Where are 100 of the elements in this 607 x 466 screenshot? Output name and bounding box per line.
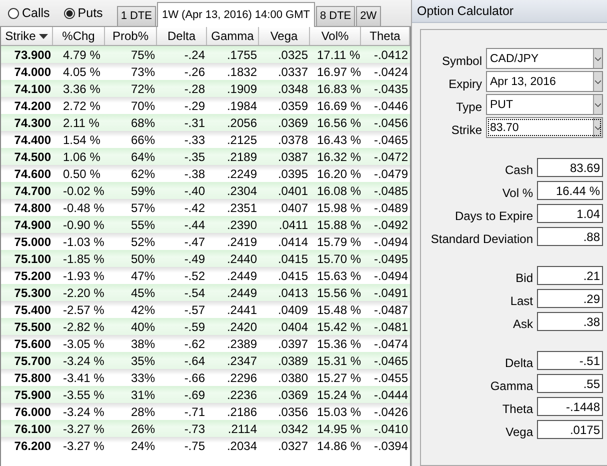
table-cell-text: .0401 (276, 182, 309, 199)
table-cell-text: -1.85 % (62, 250, 105, 267)
table-cell-text: .2034 (226, 438, 258, 454)
table-row[interactable]: 74.300 2.11 % 68% -.31 .2056 .0369 16.56 % -.0456 (1, 114, 410, 131)
column-header[interactable]: Prob% (105, 27, 157, 45)
table-row[interactable]: 75.700 -3.24 % 35% -.64 .2347 .0389 15.31 % -.0465 (1, 352, 410, 369)
table-cell-text: 2.72 % (62, 98, 102, 114)
table-row[interactable]: 75.900 -3.55 % 31% -.69 .2236 .0369 15.24 % -.0444 (1, 386, 410, 403)
table-cell-text: -2.57 % (62, 302, 105, 318)
table-row[interactable]: 74.100 3.36 % 72% -.28 .1909 .0348 16.83 % -.0435 (1, 80, 410, 97)
table-cell-text: -2.82 % (62, 318, 105, 335)
table-cell-text: 0.50 % (62, 166, 102, 182)
expiry-tab[interactable]: 8 DTE (316, 6, 356, 26)
radio-button[interactable] (64, 8, 75, 18)
radio-option[interactable]: Puts (64, 6, 103, 20)
radio-label: Puts (78, 6, 103, 20)
table-cell-text: .2056 (226, 114, 258, 131)
table-row[interactable]: 74.900 -0.90 % 55% -.44 .2390 .0411 15.88 % -.0492 (1, 216, 410, 233)
table-cell-text: -1.93 % (62, 268, 105, 284)
table-cell-text: -.0485 (372, 182, 409, 199)
table-cell-text: 4.05 % (62, 64, 102, 80)
column-header[interactable]: Theta (361, 27, 410, 45)
table-cell-text: -.42 (183, 200, 206, 216)
table-row[interactable]: 75.100 -1.85 % 50% -.49 .2440 .0415 15.70 % -.0495 (1, 250, 410, 267)
table-cell-text: 55% (130, 216, 156, 233)
table-cell-text: .0387 (276, 148, 309, 165)
table-cell-text: -.59 (183, 318, 206, 335)
table-cell-text: 45% (130, 284, 156, 301)
table-cell-text: 4.79 % (62, 46, 102, 63)
field-label: Last (510, 294, 533, 308)
table-cell-text: -.0491 (372, 284, 409, 301)
table-cell-text: .0409 (276, 302, 309, 318)
expiry-tab[interactable]: 2W (356, 6, 381, 26)
table-cell-text: 35% (130, 352, 156, 369)
table-cell-text: 74.600 (13, 166, 52, 182)
table-cell-text: -.0410 (372, 420, 409, 437)
table-cell-text: .0337 (276, 64, 309, 80)
dropdown[interactable]: 83.70 (486, 117, 603, 138)
table-cell-text: .0369 (276, 386, 309, 403)
table-cell-text: .0348 (276, 80, 309, 97)
field-label: Ask (512, 317, 533, 331)
table-cell-text: 15.88 % (316, 216, 361, 233)
table-row[interactable]: 75.500 -2.82 % 40% -.59 .2420 .0404 15.42 % -.0481 (1, 318, 410, 335)
field-label: Vol % (502, 186, 533, 200)
table-cell-text: .0378 (276, 132, 309, 148)
table-cell-text: .0411 (278, 216, 309, 233)
table-cell-text: -3.05 % (62, 336, 105, 352)
table-cell-text: .1909 (226, 80, 258, 97)
table-row[interactable]: 75.300 -2.20 % 45% -.54 .2449 .0413 15.56 % -.0491 (1, 284, 410, 301)
table-cell-text: -3.41 % (62, 370, 105, 386)
expiry-tab[interactable]: 1 DTE (116, 6, 156, 26)
table-cell-text: .2296 (226, 370, 258, 386)
table-cell-text: .2389 (226, 336, 258, 352)
table-cell-text: 26% (130, 420, 156, 437)
column-header[interactable]: Delta (157, 27, 207, 45)
field-label: Days to Expire (454, 209, 533, 223)
column-header[interactable]: %Chg (53, 27, 105, 45)
table-row[interactable]: 76.100 -3.27 % 26% -.73 .2114 .0342 14.95 % -.0410 (1, 420, 410, 437)
table-cell-text: 73.900 (13, 46, 52, 63)
table-cell-text: 73% (130, 64, 156, 80)
column-header[interactable]: Vega (259, 27, 310, 45)
radio-option[interactable]: Calls (8, 6, 50, 20)
field-label: Vega (506, 425, 533, 439)
table-cell-text: 76.100 (13, 420, 52, 437)
dropdown-value: PUT (490, 98, 514, 110)
table-cell-text: .1832 (226, 64, 258, 80)
table-cell-text: -3.27 % (62, 420, 105, 437)
table-cell-text: 15.31 % (316, 352, 361, 369)
radio-button[interactable] (8, 8, 19, 18)
table-cell-text: .2441 (226, 302, 258, 318)
table-cell-text: 74.800 (13, 200, 52, 216)
table-cell-text: -.0426 (372, 404, 409, 420)
table-cell-text: 14.86 % (316, 438, 361, 454)
table-cell-text: -3.24 % (62, 404, 105, 420)
table-cell-text: .0415 (276, 250, 309, 267)
table-cell-text: -.0494 (372, 234, 409, 250)
dropdown[interactable]: CAD/JPY (486, 48, 603, 69)
table-cell-text: 75.600 (13, 336, 52, 352)
table-cell-text: 15.36 % (316, 336, 361, 352)
table-cell-text: 1.54 % (62, 132, 102, 148)
value-field: 16.44 % (537, 181, 603, 200)
expiry-tab[interactable]: 1W (Apr 13, 2016) 14:00 GMT (157, 2, 315, 26)
table-cell-text: -.0479 (372, 166, 409, 182)
table-cell-text: 66% (130, 132, 156, 148)
table-cell-text: .0327 (276, 438, 309, 454)
column-header[interactable]: Vol% (310, 27, 361, 45)
table-row[interactable]: 74.500 1.06 % 64% -.35 .2189 .0387 16.32 % -.0472 (1, 148, 410, 165)
table-cell-text: -3.55 % (62, 386, 105, 403)
field-label: Symbol (442, 54, 482, 69)
radio-label: Calls (22, 6, 50, 20)
table-cell-text: -.31 (183, 114, 206, 131)
table-row[interactable]: 74.700 -0.02 % 59% -.40 .2304 .0401 16.08 % -.0485 (1, 182, 410, 199)
table-cell-text: 15.98 % (316, 200, 361, 216)
dropdown[interactable]: PUT (486, 94, 603, 115)
column-header[interactable]: Strike (1, 27, 53, 45)
table-cell-text: -.28 (183, 80, 206, 97)
dropdown[interactable]: Apr 13, 2016 (486, 71, 603, 92)
table-row[interactable]: 73.900 4.79 % 75% -.24 .1755 .0325 17.11 % -.0412 (1, 46, 410, 63)
table-cell-text: 38% (130, 336, 156, 352)
column-header[interactable]: Gamma (207, 27, 259, 45)
